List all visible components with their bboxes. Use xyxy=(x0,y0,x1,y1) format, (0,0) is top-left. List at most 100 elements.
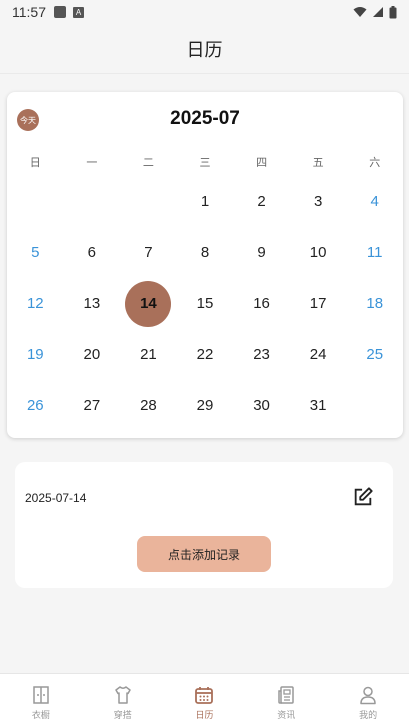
add-record-button[interactable]: 点击添加记录 xyxy=(137,536,271,572)
calendar-day-number: 9 xyxy=(257,244,266,261)
tab-news[interactable]: 资讯 xyxy=(245,674,327,728)
notification-square-icon xyxy=(54,6,66,18)
calendar-day-empty xyxy=(64,176,121,227)
days-grid: 1 2 3 4 5 6 7 8 9 10 11 12 13 14 15 16 17 18 19 20 21 22 23 24 2… xyxy=(7,176,403,482)
tab-calendar[interactable]: 日历 xyxy=(164,674,246,728)
calendar-day[interactable]: 16 xyxy=(233,278,290,329)
calendar-day[interactable]: 19 xyxy=(7,329,64,380)
calendar-day-number: 7 xyxy=(144,244,153,261)
calendar-day[interactable]: 22 xyxy=(177,329,234,380)
calendar-day-number: 1 xyxy=(200,193,210,210)
calendar-day-number: 22 xyxy=(196,346,214,363)
calendar-day-number: 4 xyxy=(370,193,379,210)
page-title: 日历 xyxy=(186,39,223,61)
calendar-icon xyxy=(195,687,214,704)
calendar-day-empty xyxy=(7,176,64,227)
tab-outfit[interactable]: 穿搭 xyxy=(82,674,164,728)
app-header: 日历 xyxy=(0,24,409,74)
tab-label: 资讯 xyxy=(277,711,296,721)
calendar-day-number: 16 xyxy=(253,295,270,312)
calendar-day[interactable]: 10 xyxy=(290,227,347,278)
notification-a-icon: A xyxy=(73,6,84,18)
tab-label: 穿搭 xyxy=(113,711,132,721)
calendar-day-number: 3 xyxy=(313,193,323,210)
calendar-day-number: 6 xyxy=(87,244,97,261)
calendar-day-number: 12 xyxy=(26,295,44,312)
calendar-day[interactable]: 9 xyxy=(233,227,290,278)
calendar-day[interactable]: 13 xyxy=(64,278,121,329)
weekday-label: 三 xyxy=(199,156,211,169)
calendar-day[interactable]: 15 xyxy=(177,278,234,329)
calendar-day[interactable]: 21 xyxy=(120,329,177,380)
calendar-day-number: 17 xyxy=(309,295,327,312)
calendar-day[interactable]: 1 xyxy=(177,176,234,227)
calendar-day[interactable]: 4 xyxy=(346,176,403,227)
calendar-day[interactable]: 23 xyxy=(233,329,290,380)
calendar-day-number: 26 xyxy=(26,397,44,414)
record-card: 2025-07-14 点击添加记录 xyxy=(15,462,393,588)
weekday-label: 五 xyxy=(312,156,324,169)
calendar-day-number: 11 xyxy=(366,244,383,261)
wardrobe-icon xyxy=(33,686,49,704)
status-bar: 11:57 A xyxy=(0,0,409,24)
status-time: 11:57 xyxy=(12,4,46,20)
calendar-day[interactable]: 17 xyxy=(290,278,347,329)
weekday-label: 一 xyxy=(86,156,98,169)
calendar-day-number: 31 xyxy=(309,397,327,414)
calendar-day-number: 14 xyxy=(140,295,157,312)
calendar-day-number: 25 xyxy=(366,346,384,363)
calendar-day[interactable]: 30 xyxy=(233,380,290,431)
calendar-day-number: 19 xyxy=(26,346,44,363)
edit-icon[interactable] xyxy=(352,486,374,508)
calendar-day[interactable]: 28 xyxy=(120,380,177,431)
status-icons xyxy=(353,5,397,19)
calendar-day[interactable]: 3 xyxy=(290,176,347,227)
calendar-day[interactable]: 7 xyxy=(120,227,177,278)
calendar-day-number: 21 xyxy=(140,346,157,363)
calendar-day[interactable]: 8 xyxy=(177,227,234,278)
tab-label: 日历 xyxy=(195,711,214,721)
calendar-day-number: 24 xyxy=(309,346,327,363)
tab-profile[interactable]: 我的 xyxy=(327,674,409,728)
calendar-day-empty xyxy=(346,380,403,431)
calendar-day-number: 8 xyxy=(200,244,210,261)
wifi-icon xyxy=(353,7,367,17)
calendar-day[interactable]: 26 xyxy=(7,380,64,431)
calendar-day[interactable]: 29 xyxy=(177,380,234,431)
calendar-day-number: 23 xyxy=(253,346,270,363)
calendar-day[interactable]: 20 xyxy=(64,329,121,380)
signal-icon xyxy=(373,7,383,17)
calendar-day-selected[interactable]: 14 xyxy=(120,278,177,329)
calendar-day-number: 10 xyxy=(309,244,327,261)
calendar-day-empty xyxy=(120,176,177,227)
weekday-label: 四 xyxy=(256,156,268,169)
calendar-day[interactable]: 11 xyxy=(346,227,403,278)
calendar-day[interactable]: 12 xyxy=(7,278,64,329)
calendar-day[interactable]: 18 xyxy=(346,278,403,329)
calendar-day[interactable]: 5 xyxy=(7,227,64,278)
tab-wardrobe[interactable]: 衣橱 xyxy=(0,674,82,728)
calendar-day-number: 18 xyxy=(366,295,384,312)
calendar-day-number: 2 xyxy=(257,193,266,210)
calendar-day[interactable]: 24 xyxy=(290,329,347,380)
calendar-day[interactable]: 31 xyxy=(290,380,347,431)
calendar-day-number: 15 xyxy=(196,295,214,312)
month-title: 2025-07 xyxy=(170,108,240,129)
weekday-label: 日 xyxy=(29,156,41,169)
calendar-day-number: 27 xyxy=(83,397,101,414)
calendar-day[interactable]: 25 xyxy=(346,329,403,380)
tab-label: 我的 xyxy=(359,711,378,721)
calendar-day-number: 28 xyxy=(140,397,157,414)
calendar-day-number: 5 xyxy=(31,244,40,261)
calendar-day-number: 30 xyxy=(253,397,270,414)
shirt-icon xyxy=(114,686,131,704)
bottom-tab-bar: 衣橱 穿搭 日历 资讯 我的 xyxy=(0,673,409,728)
calendar-day[interactable]: 6 xyxy=(64,227,121,278)
weekday-label: 二 xyxy=(142,156,154,169)
calendar-day[interactable]: 2 xyxy=(233,176,290,227)
weekday-header: 日 一 二 三 四 五 六 xyxy=(7,154,403,170)
calendar-day-number: 29 xyxy=(196,397,214,414)
calendar-day-number: 13 xyxy=(83,295,101,312)
weekday-label: 六 xyxy=(369,156,381,169)
calendar-day[interactable]: 27 xyxy=(64,380,121,431)
